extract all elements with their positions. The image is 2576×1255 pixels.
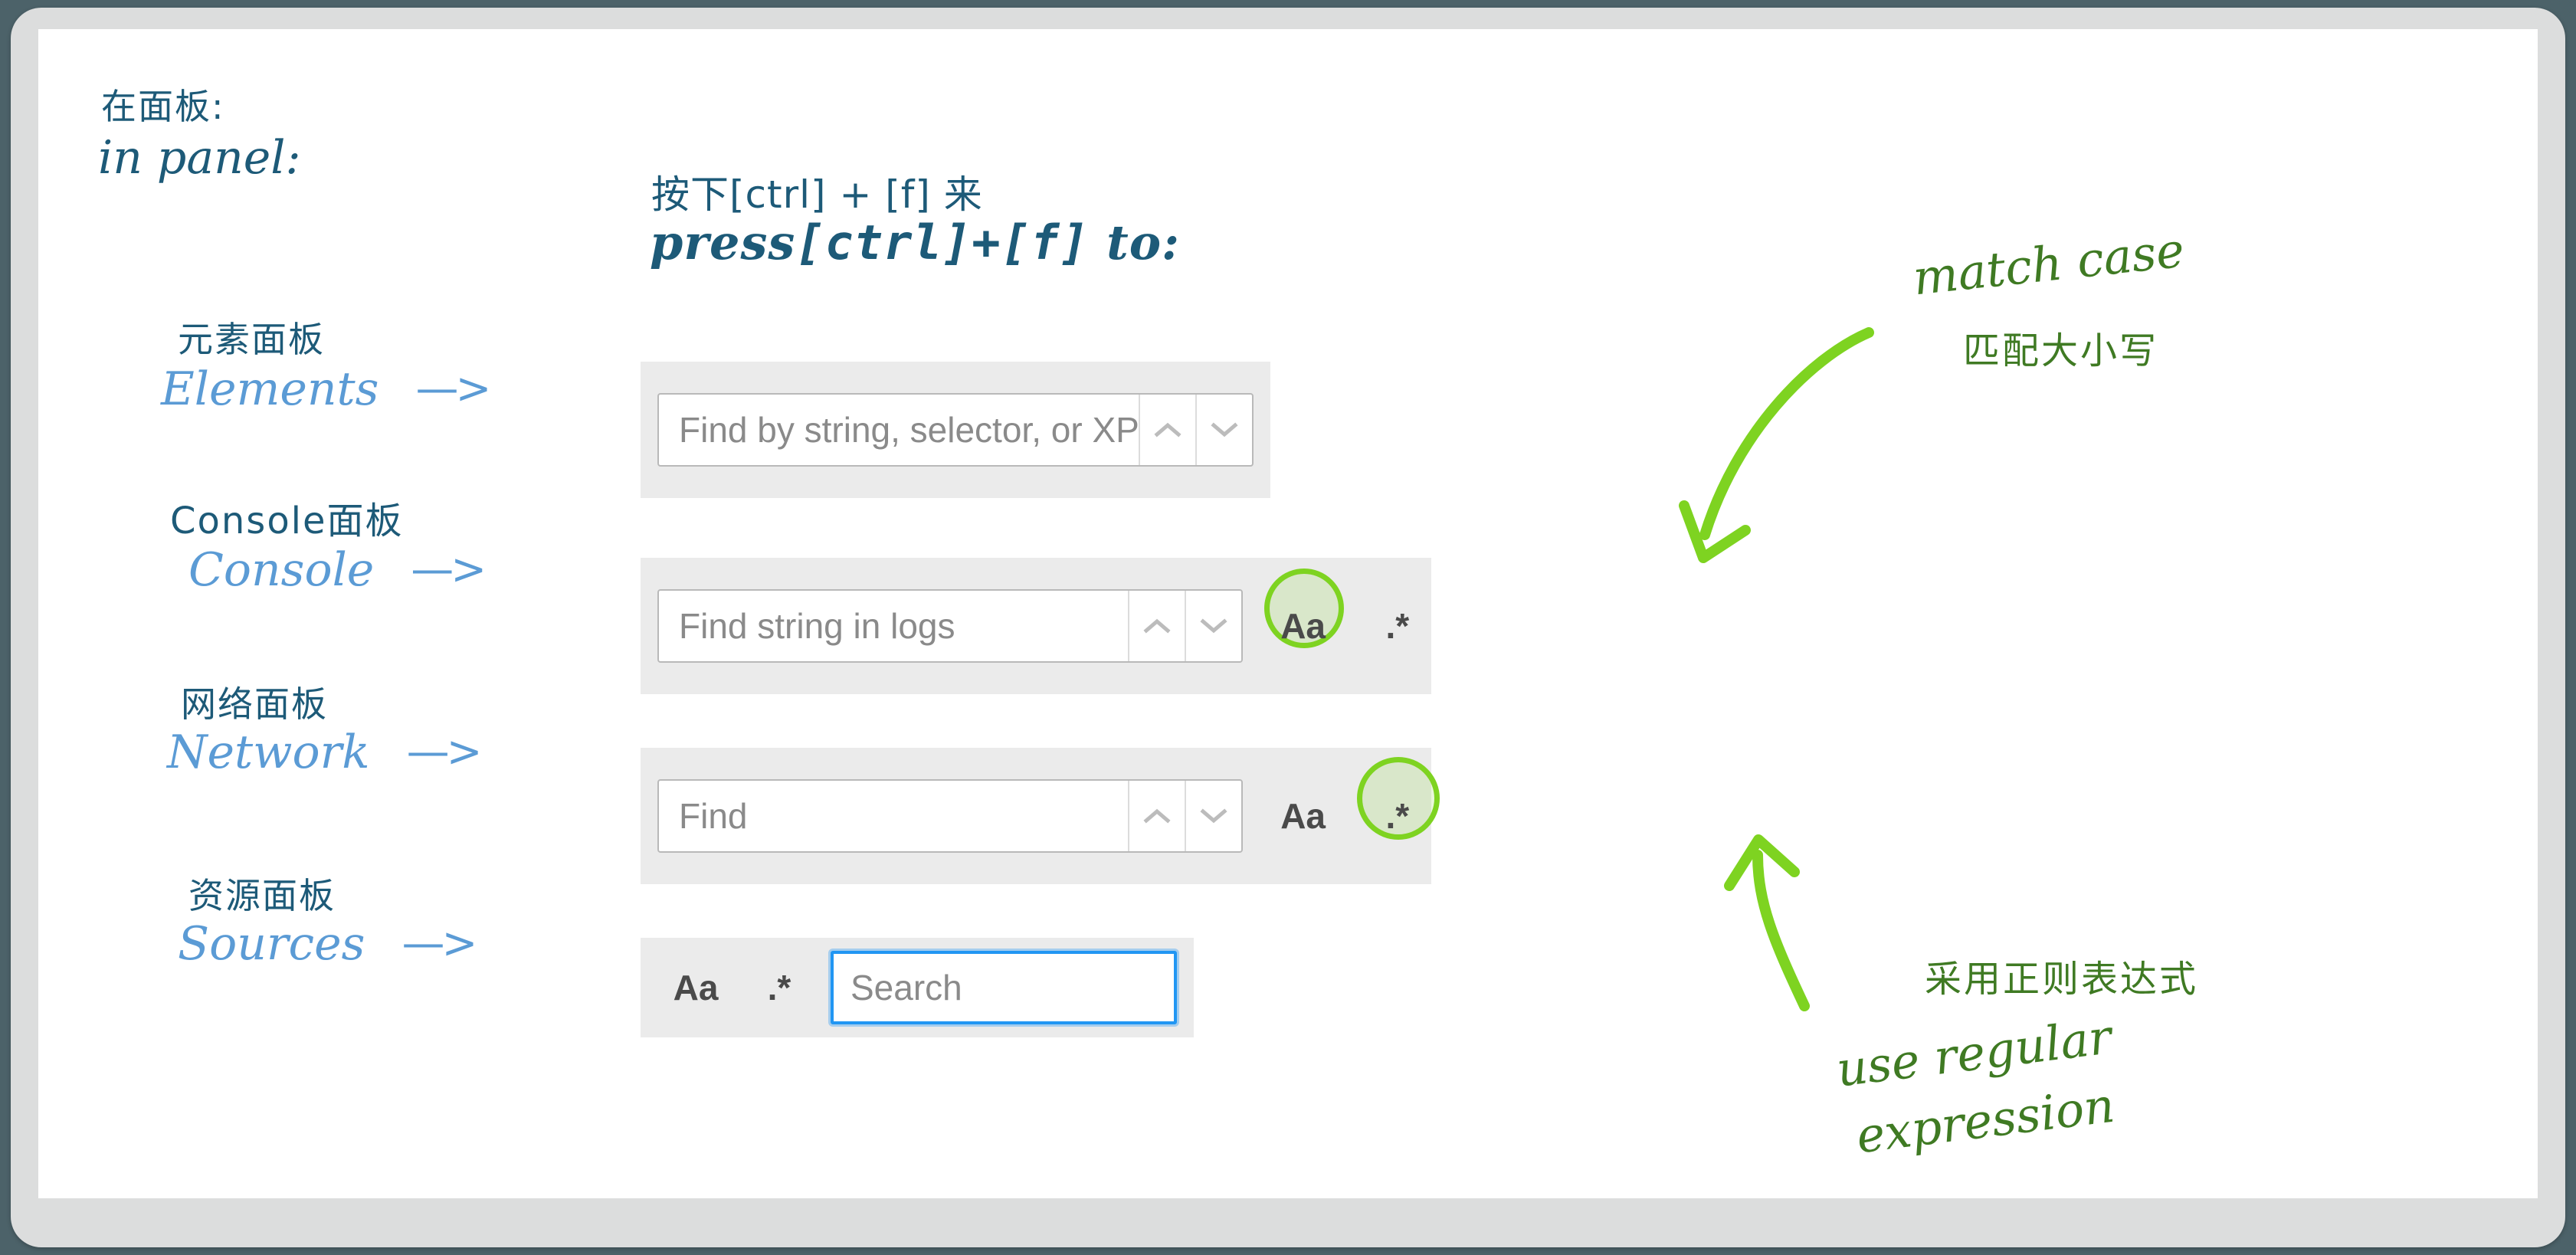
sources-regex-button[interactable]: .* xyxy=(745,967,814,1008)
legend-item-network-en: Network xyxy=(167,729,370,775)
legend-title-en: in panel: xyxy=(98,135,301,181)
instruction-heading-en-suffix: to: xyxy=(1106,215,1180,270)
legend-item-network: 网络面板 Network —> xyxy=(167,686,480,775)
sources-regex-label: .* xyxy=(768,967,791,1008)
elements-find-input[interactable]: Find by string, selector, or XPath xyxy=(659,395,1139,465)
chevron-up-icon xyxy=(1153,421,1182,438)
annotation-match-case-en: match case xyxy=(1910,222,2187,306)
elements-find-bar: Find by string, selector, or XPath xyxy=(641,362,1270,498)
network-match-case-button[interactable]: Aa xyxy=(1266,795,1341,837)
screenshot-canvas: 在面板: in panel: 元素面板 Elements —> Console面… xyxy=(38,29,2538,1198)
network-regex-button[interactable]: .* xyxy=(1364,795,1431,837)
instruction-heading-en-keys: [ctrl]+[f] xyxy=(795,215,1089,270)
console-regex-label: .* xyxy=(1385,605,1409,647)
network-find-prev-button[interactable] xyxy=(1128,781,1185,851)
regex-arrow-icon xyxy=(1729,840,1804,1006)
legend-item-console: Console面板 Console —> xyxy=(170,503,483,593)
network-find-bar: Find Aa .* xyxy=(641,748,1431,884)
annotation-regex-cn: 采用正则表达式 xyxy=(1925,949,2198,1002)
chevron-up-icon xyxy=(1142,618,1172,634)
network-regex-label: .* xyxy=(1385,795,1409,837)
sources-search-input[interactable]: Search xyxy=(850,967,962,1008)
chevron-down-icon xyxy=(1199,808,1228,824)
legend-item-elements-cn: 元素面板 xyxy=(178,322,488,357)
chevron-up-icon xyxy=(1142,808,1172,824)
network-find-input-group[interactable]: Find xyxy=(657,779,1243,853)
elements-find-input-group[interactable]: Find by string, selector, or XPath xyxy=(657,393,1254,467)
legend-item-network-cn: 网络面板 xyxy=(181,686,480,722)
instruction-heading-cn: 按下[ctrl] + [f] 来 xyxy=(651,164,983,219)
legend-title: 在面板: in panel: xyxy=(101,89,301,181)
legend-arrow-icon: —> xyxy=(407,731,480,774)
legend-arrow-icon: —> xyxy=(401,922,474,965)
legend-item-elements: 元素面板 Elements —> xyxy=(161,322,488,412)
sources-search-bar: Aa .* Search xyxy=(641,938,1194,1037)
elements-find-prev-button[interactable] xyxy=(1139,395,1195,465)
sources-match-case-button[interactable]: Aa xyxy=(657,967,734,1008)
legend-item-console-cn: Console面板 xyxy=(170,503,483,539)
network-find-next-button[interactable] xyxy=(1185,781,1241,851)
console-regex-button[interactable]: .* xyxy=(1364,605,1431,647)
legend-arrow-icon: —> xyxy=(415,368,488,411)
console-find-input[interactable]: Find string in logs xyxy=(659,591,1128,661)
console-match-case-button[interactable]: Aa xyxy=(1266,605,1341,647)
chevron-down-icon xyxy=(1210,421,1239,438)
console-match-case-label: Aa xyxy=(1280,605,1326,647)
chevron-down-icon xyxy=(1199,618,1228,634)
legend-item-elements-en: Elements xyxy=(161,366,379,412)
sources-search-input-group[interactable]: Search xyxy=(831,951,1177,1024)
legend-item-sources-en: Sources xyxy=(178,921,365,967)
sources-match-case-label: Aa xyxy=(673,967,719,1008)
legend-item-sources: 资源面板 Sources —> xyxy=(178,878,474,967)
network-match-case-label: Aa xyxy=(1280,795,1326,837)
console-find-bar: Find string in logs Aa .* xyxy=(641,558,1431,694)
instruction-heading-en-prefix: press xyxy=(650,215,795,270)
console-find-next-button[interactable] xyxy=(1185,591,1241,661)
network-find-input[interactable]: Find xyxy=(659,781,1128,851)
legend-arrow-icon: —> xyxy=(411,549,483,591)
legend-title-cn: 在面板: xyxy=(101,89,301,124)
legend-item-sources-cn: 资源面板 xyxy=(188,878,474,913)
console-find-prev-button[interactable] xyxy=(1128,591,1185,661)
console-find-input-group[interactable]: Find string in logs xyxy=(657,589,1243,663)
annotation-match-case-cn: 匹配大小写 xyxy=(1963,320,2158,374)
device-frame: 在面板: in panel: 元素面板 Elements —> Console面… xyxy=(11,8,2565,1247)
match-case-arrow-icon xyxy=(1684,333,1869,558)
instruction-heading-en: press[ctrl]+[f] to: xyxy=(650,215,1180,270)
legend-item-console-en: Console xyxy=(188,547,374,593)
elements-find-next-button[interactable] xyxy=(1195,395,1252,465)
